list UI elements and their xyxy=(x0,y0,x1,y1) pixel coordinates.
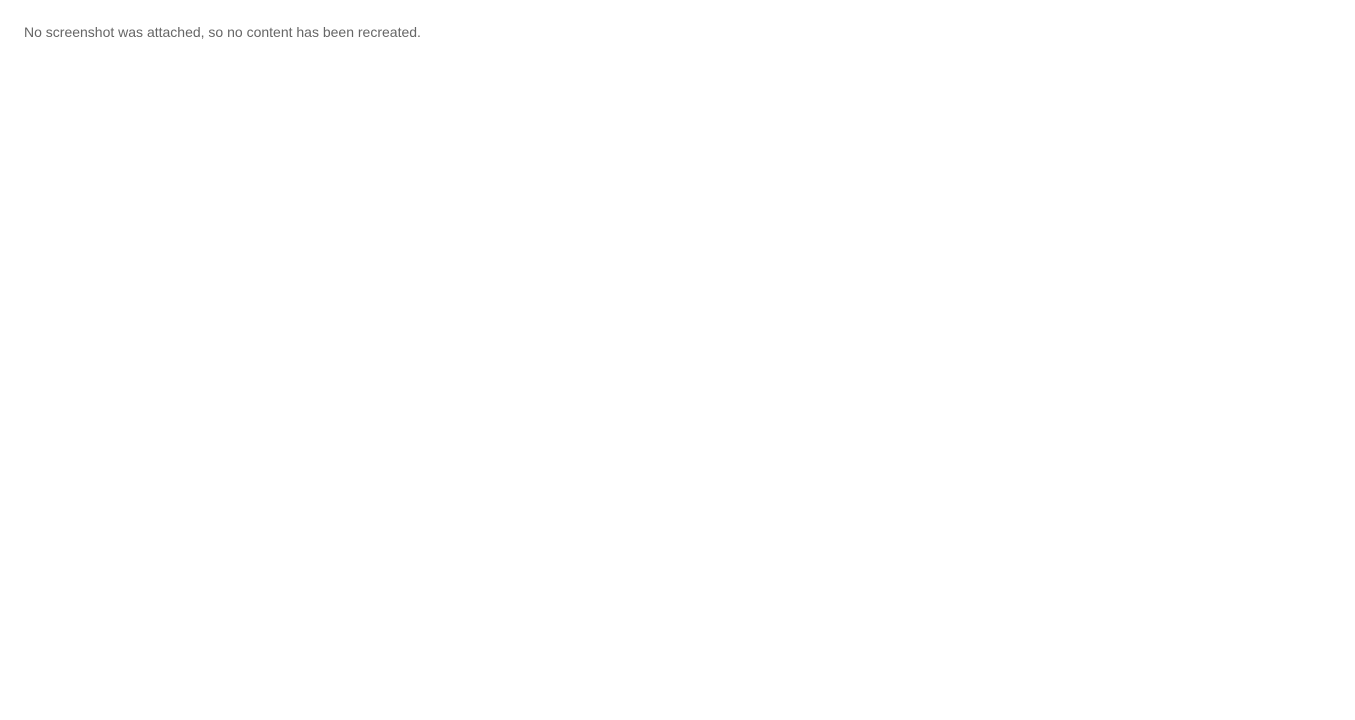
empty-notice: No screenshot was attached, so no conten… xyxy=(24,24,421,40)
